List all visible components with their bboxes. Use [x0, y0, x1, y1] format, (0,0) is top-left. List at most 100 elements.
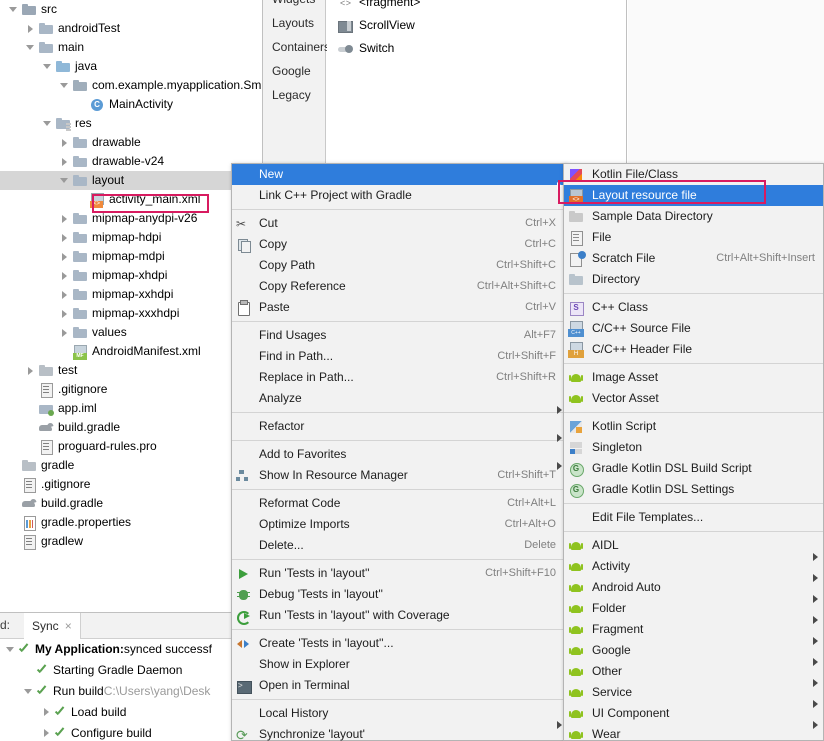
palette-category-list[interactable]: WidgetsLayoutsContainersGoogleLegacy	[263, 0, 330, 163]
chevron-right-icon[interactable]	[59, 251, 70, 262]
tree-node-androidtest[interactable]: androidTest	[0, 19, 262, 38]
menu-item-open-in-terminal[interactable]: Open in Terminal	[232, 675, 566, 696]
menu-item-show-in-explorer[interactable]: Show in Explorer	[232, 654, 566, 675]
submenu-item-vector-asset[interactable]: Vector Asset	[564, 388, 823, 409]
submenu-item-singleton[interactable]: Singleton	[564, 437, 823, 458]
chevron-down-icon[interactable]	[59, 80, 70, 91]
chevron-right-icon[interactable]	[59, 327, 70, 338]
tree-node-mipmap-anydpi-v26[interactable]: mipmap-anydpi-v26	[0, 209, 262, 228]
submenu-item-c-class[interactable]: C++ Class	[564, 297, 823, 318]
context-menu[interactable]: New Link C++ Project with Gradle Cut Ctrl+X…	[231, 163, 567, 741]
chevron-down-icon[interactable]	[59, 175, 70, 186]
tree-node-src[interactable]: src	[0, 0, 262, 19]
palette-item-scrollview[interactable]: ScrollView	[327, 14, 628, 37]
submenu-item-file[interactable]: File	[564, 227, 823, 248]
submenu-item-fragment[interactable]: Fragment	[564, 619, 823, 645]
menu-item-debug-tests-in-layout[interactable]: Debug 'Tests in 'layout''	[232, 584, 566, 605]
chevron-down-icon[interactable]	[22, 685, 35, 698]
tree-node-com-example-myapplication-sm[interactable]: com.example.myapplication.Sm	[0, 76, 262, 95]
menu-item-delete[interactable]: Delete... Delete	[232, 535, 566, 556]
submenu-item-layout-resource-file[interactable]: Layout resource file	[564, 185, 823, 206]
chevron-right-icon[interactable]	[59, 270, 70, 281]
palette-category-layouts[interactable]: Layouts	[263, 11, 325, 35]
palette-category-legacy[interactable]: Legacy	[263, 83, 325, 107]
menu-item-run-tests-in-layout-with-coverage[interactable]: Run 'Tests in 'layout'' with Coverage	[232, 605, 566, 626]
tree-node-mipmap-xhdpi[interactable]: mipmap-xhdpi	[0, 266, 262, 285]
tree-node-java[interactable]: java	[0, 57, 262, 76]
submenu-item-other[interactable]: Other	[564, 661, 823, 687]
tree-node-mainactivity[interactable]: MainActivity	[0, 95, 262, 114]
chevron-right-icon[interactable]	[59, 308, 70, 319]
tree-node-values[interactable]: values	[0, 323, 262, 342]
submenu-item-aidl[interactable]: AIDL	[564, 535, 823, 561]
menu-item-optimize-imports[interactable]: Optimize Imports Ctrl+Alt+O	[232, 514, 566, 535]
tree-node-app-iml[interactable]: app.iml	[0, 399, 262, 418]
menu-item-local-history[interactable]: Local History	[232, 703, 566, 729]
palette-item-switch[interactable]: Switch	[327, 37, 628, 60]
tree-node-build-gradle[interactable]: build.gradle	[0, 494, 262, 513]
chevron-right-icon[interactable]	[40, 706, 53, 719]
tree-node-gitignore[interactable]: .gitignore	[0, 475, 262, 494]
chevron-right-icon[interactable]	[25, 23, 36, 34]
submenu-item-kotlin-file-class[interactable]: Kotlin File/Class	[564, 164, 823, 185]
chevron-right-icon[interactable]	[59, 137, 70, 148]
chevron-down-icon[interactable]	[42, 61, 53, 72]
submenu-item-activity[interactable]: Activity	[564, 556, 823, 582]
palette-category-widgets[interactable]: Widgets	[263, 0, 325, 11]
chevron-down-icon[interactable]	[8, 4, 19, 15]
menu-item-create-tests-in-layout[interactable]: Create 'Tests in 'layout''...	[232, 633, 566, 654]
tree-node-res[interactable]: res	[0, 114, 262, 133]
submenu-item-edit-file-templates[interactable]: Edit File Templates...	[564, 507, 823, 528]
chevron-right-icon[interactable]	[25, 365, 36, 376]
tree-node-activity-main-xml[interactable]: activity_main.xml	[0, 190, 262, 209]
submenu-item-google[interactable]: Google	[564, 640, 823, 666]
submenu-item-c-c-header-file[interactable]: C/C++ Header File	[564, 339, 823, 360]
chevron-right-icon[interactable]	[59, 232, 70, 243]
menu-item-copy[interactable]: Copy Ctrl+C	[232, 234, 566, 255]
tree-node-drawable-v24[interactable]: drawable-v24	[0, 152, 262, 171]
tree-node-main[interactable]: main	[0, 38, 262, 57]
menu-item-find-in-path[interactable]: Find in Path... Ctrl+Shift+F	[232, 346, 566, 367]
submenu-item-kotlin-script[interactable]: Kotlin Script	[564, 416, 823, 437]
new-submenu[interactable]: Kotlin File/Class Layout resource file Sam…	[563, 163, 824, 741]
chevron-down-icon[interactable]	[25, 42, 36, 53]
menu-item-reformat-code[interactable]: Reformat Code Ctrl+Alt+L	[232, 493, 566, 514]
palette-item-list[interactable]: <fragment> ScrollView Switch	[327, 0, 628, 163]
menu-item-find-usages[interactable]: Find Usages Alt+F7	[232, 325, 566, 346]
chevron-right-icon[interactable]	[40, 727, 53, 740]
tree-node-build-gradle[interactable]: build.gradle	[0, 418, 262, 437]
menu-item-new[interactable]: New	[232, 164, 566, 190]
menu-item-show-in-resource-manager[interactable]: Show In Resource Manager Ctrl+Shift+T	[232, 465, 566, 486]
submenu-item-image-asset[interactable]: Image Asset	[564, 367, 823, 388]
palette-category-containers[interactable]: Containers	[263, 35, 330, 59]
chevron-right-icon[interactable]	[59, 156, 70, 167]
tree-node-gradle[interactable]: gradle	[0, 456, 262, 475]
submenu-item-ui-component[interactable]: UI Component	[564, 703, 823, 729]
menu-item-replace-in-path[interactable]: Replace in Path... Ctrl+Shift+R	[232, 367, 566, 388]
submenu-item-c-c-source-file[interactable]: C/C++ Source File	[564, 318, 823, 339]
chevron-right-icon[interactable]	[59, 289, 70, 300]
menu-item-paste[interactable]: Paste Ctrl+V	[232, 297, 566, 318]
menu-item-copy-path[interactable]: Copy Path Ctrl+Shift+C	[232, 255, 566, 276]
tree-node-proguard-rules-pro[interactable]: proguard-rules.pro	[0, 437, 262, 456]
tree-node-layout[interactable]: layout	[0, 171, 262, 190]
submenu-item-wear[interactable]: Wear	[564, 724, 823, 741]
submenu-item-gradle-kotlin-dsl-settings[interactable]: Gradle Kotlin DSL Settings	[564, 479, 823, 500]
tree-node-drawable[interactable]: drawable	[0, 133, 262, 152]
submenu-item-gradle-kotlin-dsl-build-script[interactable]: Gradle Kotlin DSL Build Script	[564, 458, 823, 479]
chevron-down-icon[interactable]	[42, 118, 53, 129]
tab-sync[interactable]: Sync ×	[24, 613, 81, 639]
palette-category-google[interactable]: Google	[263, 59, 325, 83]
close-icon[interactable]: ×	[65, 619, 72, 633]
submenu-item-android-auto[interactable]: Android Auto	[564, 577, 823, 603]
tree-node-test[interactable]: test	[0, 361, 262, 380]
menu-item-add-to-favorites[interactable]: Add to Favorites	[232, 444, 566, 470]
tree-node-mipmap-mdpi[interactable]: mipmap-mdpi	[0, 247, 262, 266]
submenu-item-scratch-file[interactable]: Scratch File Ctrl+Alt+Shift+Insert	[564, 248, 823, 269]
tree-node-gitignore[interactable]: .gitignore	[0, 380, 262, 399]
tree-node-androidmanifest-xml[interactable]: AndroidManifest.xml	[0, 342, 262, 361]
tree-node-mipmap-hdpi[interactable]: mipmap-hdpi	[0, 228, 262, 247]
tree-node-mipmap-xxxhdpi[interactable]: mipmap-xxxhdpi	[0, 304, 262, 323]
chevron-down-icon[interactable]	[4, 643, 17, 656]
submenu-item-folder[interactable]: Folder	[564, 598, 823, 624]
